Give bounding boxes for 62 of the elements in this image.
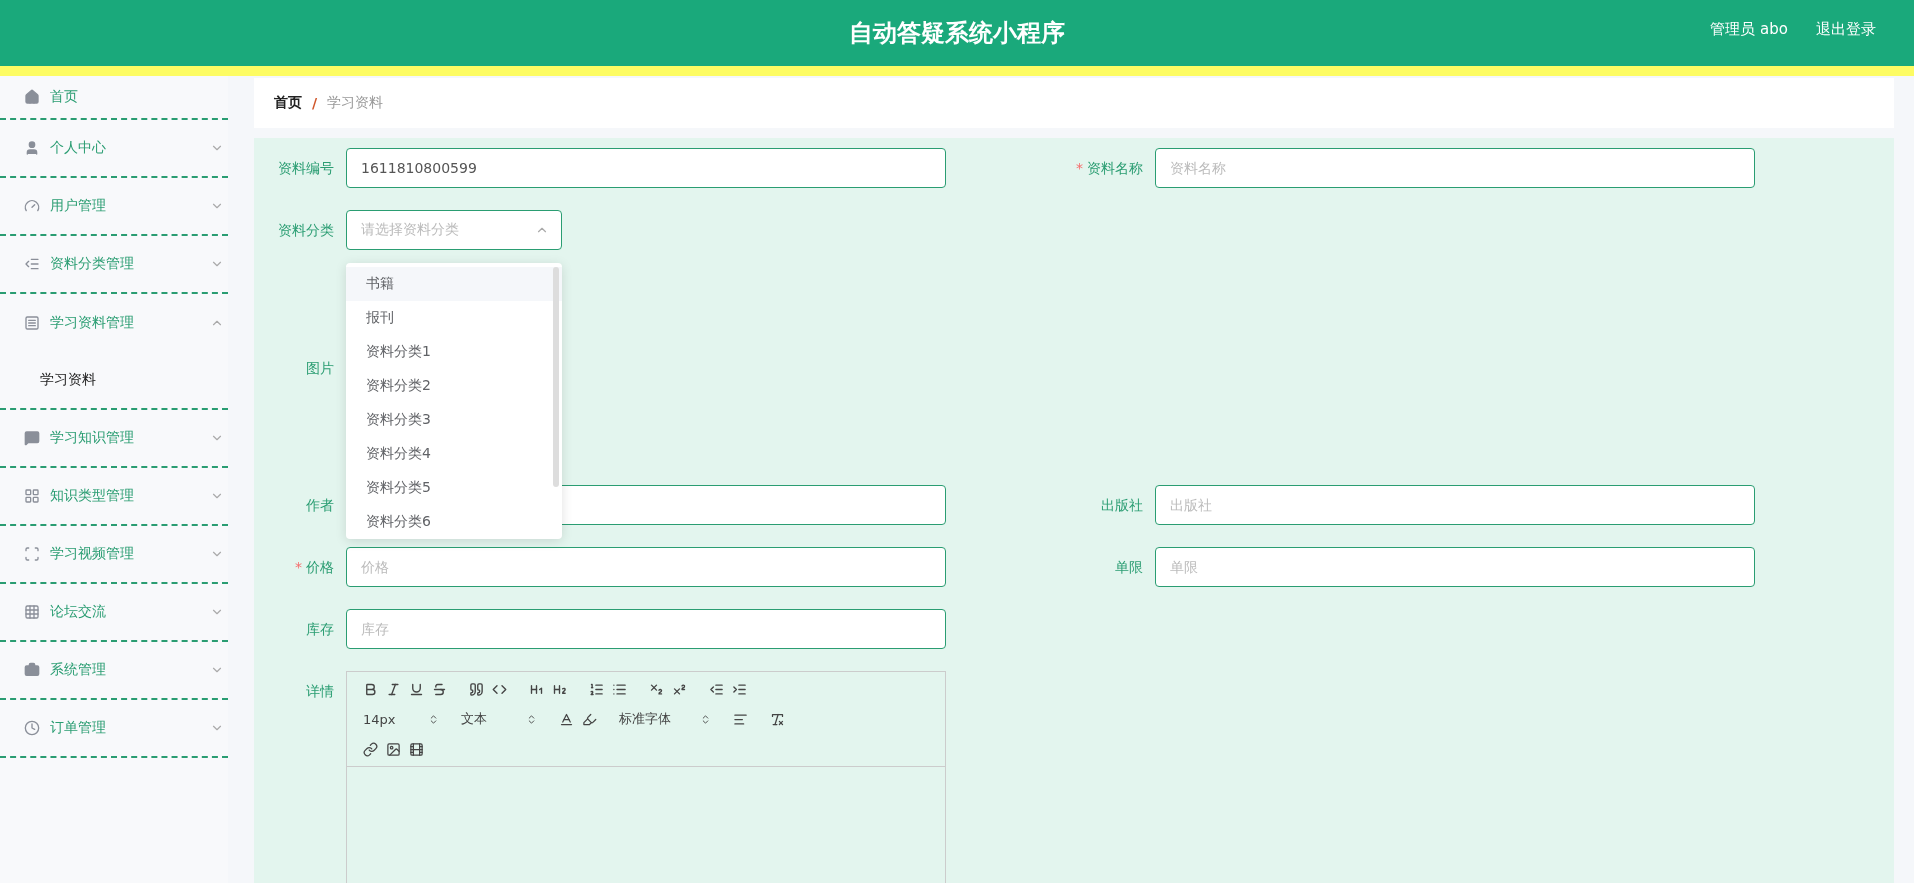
scrollbar[interactable] bbox=[553, 267, 559, 487]
field-label: 单限 bbox=[1115, 558, 1143, 577]
user-name: 管理员 abo bbox=[1710, 20, 1788, 39]
list-icon bbox=[24, 256, 40, 272]
chat-icon bbox=[24, 430, 40, 446]
user-icon bbox=[24, 140, 40, 156]
dropdown-option[interactable]: 资料分类3 bbox=[346, 403, 562, 437]
updown-icon bbox=[526, 713, 537, 725]
dropdown-option[interactable]: 资料分类6 bbox=[346, 505, 562, 539]
sidebar-item[interactable]: 订单管理 bbox=[0, 700, 228, 758]
dropdown-option[interactable]: 报刊 bbox=[346, 301, 562, 335]
sidebar-item[interactable]: 论坛交流 bbox=[0, 584, 228, 642]
dropdown-option[interactable]: 资料分类2 bbox=[346, 369, 562, 403]
text-field[interactable]: 库存 bbox=[346, 609, 946, 649]
sidebar-item[interactable]: 知识类型管理 bbox=[0, 468, 228, 526]
text-field[interactable]: 出版社 bbox=[1155, 485, 1755, 525]
breadcrumb-separator: / bbox=[312, 95, 318, 111]
dropdown-option[interactable]: 书籍 bbox=[346, 267, 562, 301]
font-size-picker[interactable]: 14px bbox=[359, 710, 443, 728]
sidebar-item[interactable]: 首页 bbox=[0, 76, 228, 120]
heading-picker[interactable]: 文本 bbox=[457, 710, 541, 728]
field-label: 资料分类 bbox=[278, 221, 334, 240]
updown-icon bbox=[700, 713, 711, 725]
app-title: 自动答疑系统小程序 bbox=[849, 18, 1065, 49]
text-field[interactable]: 1611810800599 bbox=[346, 148, 946, 188]
text-field[interactable]: 资料名称 bbox=[1155, 148, 1755, 188]
sidebar-item[interactable]: 个人中心 bbox=[0, 120, 228, 178]
sidebar-item[interactable]: 学习知识管理 bbox=[0, 410, 228, 468]
dropdown-option[interactable]: 资料分类5 bbox=[346, 471, 562, 505]
gauge-icon bbox=[24, 198, 40, 214]
dropdown-option[interactable]: 资料分类1 bbox=[346, 335, 562, 369]
updown-icon bbox=[428, 713, 439, 725]
required-mark: * bbox=[1076, 159, 1083, 178]
field-label: 资料名称 bbox=[1087, 159, 1143, 178]
grid-icon bbox=[24, 488, 40, 504]
briefcase-icon bbox=[24, 662, 40, 678]
clock-icon bbox=[24, 720, 40, 736]
card-icon bbox=[24, 315, 40, 331]
text-field[interactable]: 价格 bbox=[346, 547, 946, 587]
field-label: 作者 bbox=[306, 496, 334, 515]
sidebar-item[interactable]: 学习视频管理 bbox=[0, 526, 228, 584]
text-field[interactable]: 单限 bbox=[1155, 547, 1755, 587]
font-family-picker[interactable]: 标准字体 bbox=[615, 710, 715, 728]
grid-icon bbox=[24, 604, 40, 620]
home-icon bbox=[24, 89, 40, 105]
breadcrumb-current: 学习资料 bbox=[327, 94, 384, 112]
field-label: 图片 bbox=[306, 358, 334, 378]
scan-icon bbox=[24, 546, 40, 562]
field-label: 详情 bbox=[306, 682, 334, 701]
field-label: 库存 bbox=[306, 620, 334, 639]
sidebar-item[interactable]: 系统管理 bbox=[0, 642, 228, 700]
sidebar-item[interactable]: 学习资料管理 bbox=[0, 294, 228, 352]
sidebar-item[interactable]: 用户管理 bbox=[0, 178, 228, 236]
field-label: 价格 bbox=[306, 558, 334, 577]
field-label: 资料编号 bbox=[278, 159, 334, 178]
dropdown-option[interactable]: 资料分类4 bbox=[346, 437, 562, 471]
breadcrumb-link[interactable]: 首页 bbox=[274, 94, 302, 112]
required-mark: * bbox=[295, 558, 302, 577]
field-label: 出版社 bbox=[1101, 496, 1143, 515]
sidebar-item[interactable]: 资料分类管理 bbox=[0, 236, 228, 294]
sidebar-subitem[interactable]: 学习资料 bbox=[0, 352, 228, 410]
rich-text-editor[interactable]: 14px 文本 标准字体 bbox=[346, 671, 946, 883]
